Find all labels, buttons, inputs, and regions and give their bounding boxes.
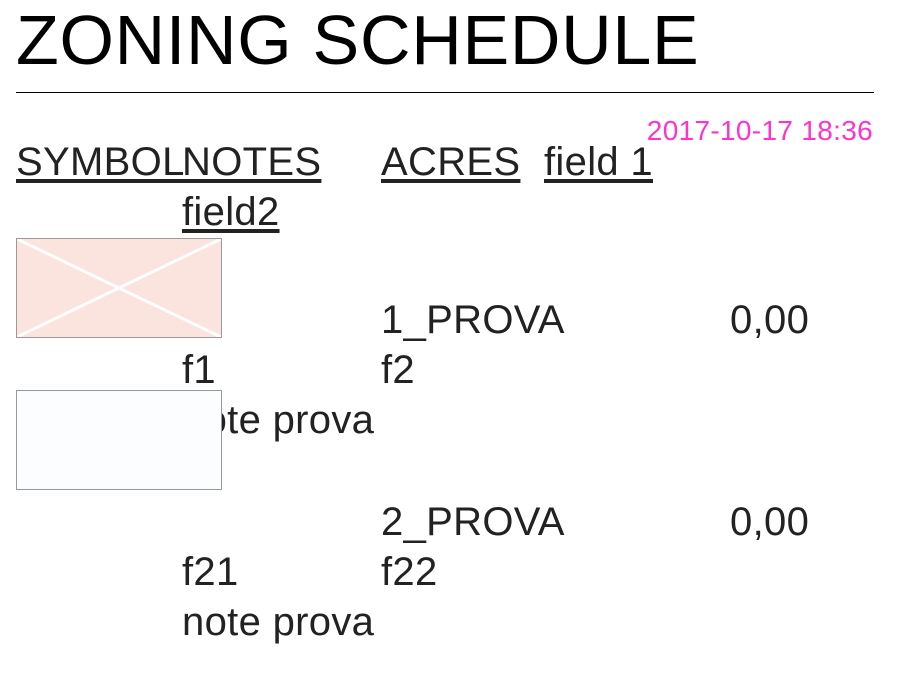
row2-f21: f21 xyxy=(182,550,239,595)
page-title: ZONING SCHEDULE xyxy=(16,0,699,80)
header-field1: field 1 xyxy=(544,140,653,185)
row2-acres: 2_PROVA xyxy=(381,500,565,545)
header-symbol: SYMBOL xyxy=(16,140,185,185)
row1-value: 0,00 xyxy=(730,298,809,343)
symbol-swatch-1 xyxy=(16,238,222,338)
cross-hatch-icon xyxy=(17,239,221,337)
row2-f22: f22 xyxy=(381,550,438,595)
row1-acres: 1_PROVA xyxy=(381,298,565,343)
title-rule xyxy=(16,92,874,93)
header-acres: ACRES xyxy=(381,140,520,185)
row2-note: note prova xyxy=(182,600,374,645)
header-field2: field2 xyxy=(182,190,280,235)
header-notes: NOTES xyxy=(182,140,321,185)
row2-value: 0,00 xyxy=(730,500,809,545)
symbol-swatch-2 xyxy=(16,390,222,490)
row1-f2: f2 xyxy=(381,348,415,393)
timestamp-label: 2017-10-17 18:36 xyxy=(647,115,873,147)
row1-f1: f1 xyxy=(182,348,216,393)
